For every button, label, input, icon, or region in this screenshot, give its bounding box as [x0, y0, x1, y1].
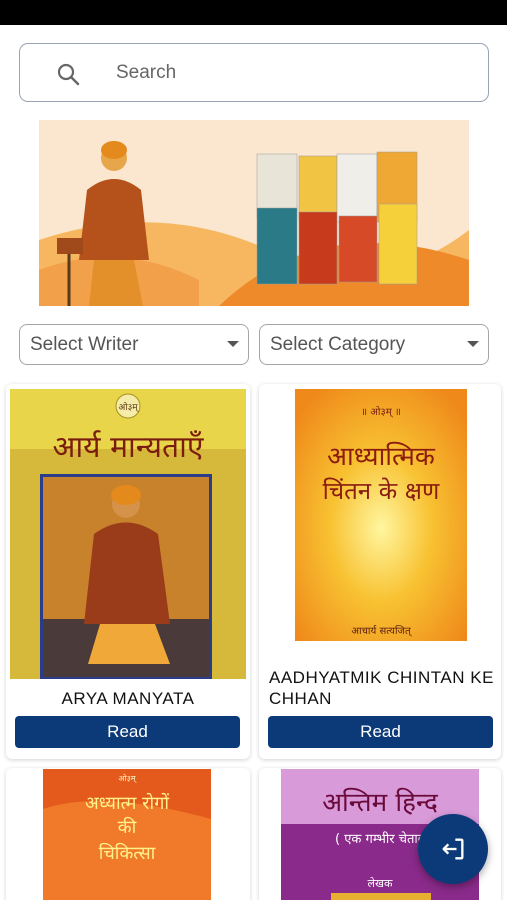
search-input[interactable]: [96, 54, 476, 92]
writer-dropdown[interactable]: Select Writer: [19, 324, 249, 365]
status-bar: [0, 0, 507, 25]
cover-text-top: ॥ ओ३म् ॥: [361, 406, 401, 418]
cover-text-main-2: की: [118, 816, 137, 838]
category-dropdown-label: Select Category: [270, 333, 406, 355]
cover-text-main-1: अध्यात्म रोगों: [85, 792, 169, 814]
book-card[interactable]: ओ३म् आर्य मान्यताएँ ARYA MANYATA Read: [6, 384, 250, 759]
book-card[interactable]: ॥ ओ३म् ॥ आध्यात्मिक चिंतन के क्षण आचार्य…: [259, 384, 501, 759]
logout-button[interactable]: [418, 814, 488, 884]
cover-text-top: ओ३म्: [118, 773, 137, 784]
category-dropdown[interactable]: Select Category: [259, 324, 489, 365]
chevron-down-icon: [227, 341, 239, 347]
cover-text-main: आर्य मान्यताएँ: [52, 430, 204, 465]
writer-dropdown-label: Select Writer: [30, 333, 139, 355]
book-cover[interactable]: ओ३म् अध्यात्म रोगों की चिकित्सा: [43, 769, 211, 900]
promo-banner[interactable]: [39, 120, 469, 306]
cover-text-top: ओ३म्: [118, 401, 139, 413]
cover-author: आचार्य सत्यजित्: [351, 625, 412, 637]
cover-text-main-2: ( एक गम्भीर चेताव: [335, 831, 426, 847]
chevron-down-icon: [467, 341, 479, 347]
book-cover[interactable]: ओ३म् आर्य मान्यताएँ: [10, 389, 246, 679]
banner-image: [39, 120, 469, 306]
book-title: AADHYATMIK CHINTAN KE CHHAN: [269, 668, 494, 708]
cover-text-main-1: आध्यात्मिक: [327, 441, 436, 472]
search-icon: [57, 63, 80, 86]
cover-text-main-2: चिंतन के क्षण: [323, 477, 440, 505]
cover-text-main-3: चिकित्सा: [99, 842, 156, 864]
book-card[interactable]: ओ३म् अध्यात्म रोगों की चिकित्सा: [6, 768, 250, 900]
cover-author-label: लेखक: [368, 877, 393, 890]
logout-icon: [442, 838, 464, 860]
read-button[interactable]: Read: [268, 716, 493, 748]
book-cover[interactable]: ॥ ओ३म् ॥ आध्यात्मिक चिंतन के क्षण आचार्य…: [295, 389, 467, 641]
cover-text-main-1: अन्तिम हिन्द: [322, 787, 439, 818]
read-button[interactable]: Read: [15, 716, 240, 748]
book-title: ARYA MANYATA: [61, 689, 195, 708]
search-bar[interactable]: [19, 43, 489, 102]
